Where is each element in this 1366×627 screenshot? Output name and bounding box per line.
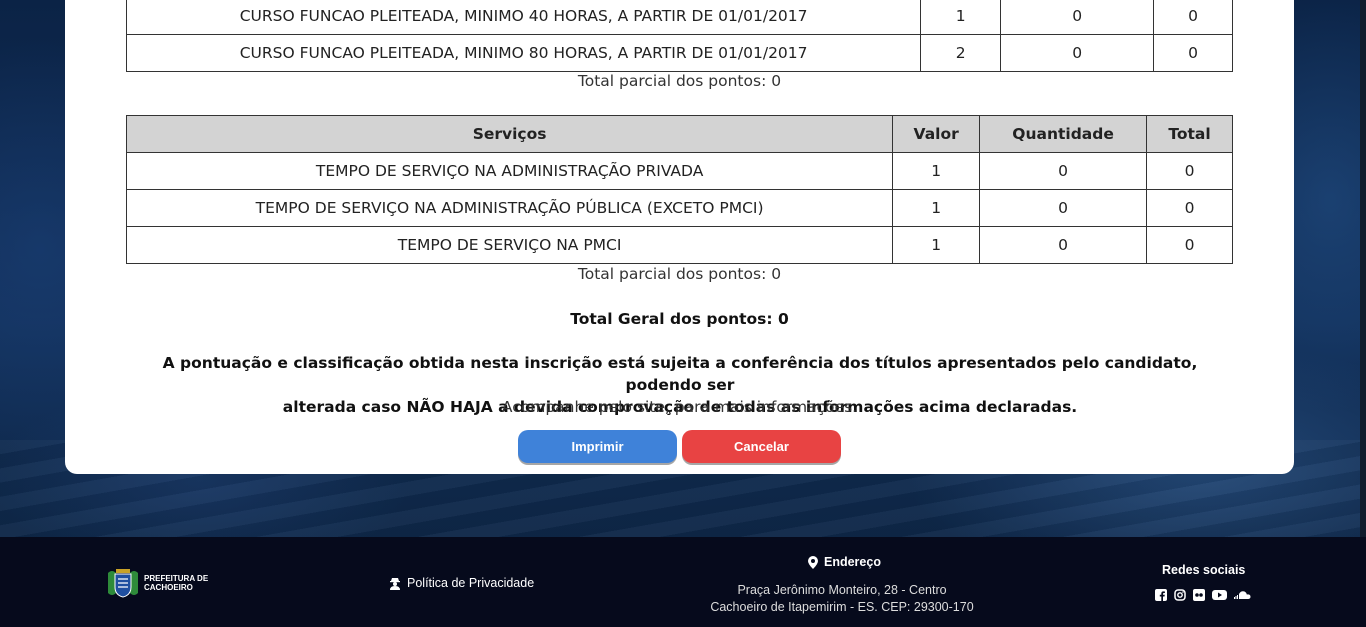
table-header-row: Serviços Valor Quantidade Total <box>125 115 1233 153</box>
valor-cell: 1 <box>892 226 981 264</box>
youtube-icon[interactable] <box>1212 589 1227 601</box>
social-title: Redes sociais <box>1162 563 1246 577</box>
social-links <box>1155 589 1251 601</box>
address-title-label: Endereço <box>824 555 881 569</box>
cancel-button[interactable]: Cancelar <box>682 430 841 463</box>
total-cell: 0 <box>1153 0 1233 35</box>
course-subtotal: Total parcial dos pontos: 0 <box>577 72 782 90</box>
header-servicos: Serviços <box>125 115 894 153</box>
address-title: Endereço <box>808 555 881 569</box>
flickr-icon[interactable] <box>1193 589 1205 601</box>
table-row: TEMPO DE SERVIÇO NA ADMINISTRAÇÃO PRIVAD… <box>125 152 1233 190</box>
table-row: CURSO FUNCAO PLEITEADA, MINIMO 40 HORAS,… <box>125 0 1233 35</box>
total-cell: 0 <box>1146 152 1233 190</box>
valor-cell: 1 <box>892 189 981 227</box>
table-row: TEMPO DE SERVIÇO NA ADMINISTRAÇÃO PÚBLIC… <box>125 189 1233 227</box>
map-marker-icon <box>808 555 818 569</box>
valor-cell: 2 <box>920 34 1002 72</box>
instagram-icon[interactable] <box>1174 589 1186 601</box>
total-cell: 0 <box>1146 189 1233 227</box>
address-line-2: Cachoeiro de Itapemirim - ES. CEP: 29300… <box>710 600 974 614</box>
quantidade-cell: 0 <box>979 152 1148 190</box>
total-cell: 0 <box>1146 226 1233 264</box>
valor-cell: 1 <box>920 0 1002 35</box>
item-cell: TEMPO DE SERVIÇO NA PMCI <box>125 226 894 264</box>
item-cell: CURSO FUNCAO PLEITEADA, MINIMO 40 HORAS,… <box>125 0 922 35</box>
soundcloud-icon[interactable] <box>1234 589 1251 601</box>
table-row: CURSO FUNCAO PLEITEADA, MINIMO 80 HORAS,… <box>125 34 1233 72</box>
quantidade-cell: 0 <box>979 226 1148 264</box>
quantidade-cell: 0 <box>1000 34 1155 72</box>
course-table: CURSO FUNCAO PLEITEADA, MINIMO 40 HORAS,… <box>125 0 1233 72</box>
page-scrollbar[interactable] <box>1360 0 1366 537</box>
quantidade-cell: 0 <box>979 189 1148 227</box>
grand-total: Total Geral dos pontos: 0 <box>570 310 789 328</box>
services-subtotal: Total parcial dos pontos: 0 <box>577 265 782 283</box>
item-cell: TEMPO DE SERVIÇO NA ADMINISTRAÇÃO PÚBLIC… <box>125 189 894 227</box>
header-valor: Valor <box>892 115 981 153</box>
item-cell: CURSO FUNCAO PLEITEADA, MINIMO 80 HORAS,… <box>125 34 922 72</box>
header-quantidade: Quantidade <box>979 115 1148 153</box>
quantidade-cell: 0 <box>1000 0 1155 35</box>
total-cell: 0 <box>1153 34 1233 72</box>
header-total: Total <box>1146 115 1233 153</box>
table-row: TEMPO DE SERVIÇO NA PMCI 1 0 0 <box>125 226 1233 264</box>
follow-text: Acompanhe pelo site, para mais informaçõ… <box>501 398 858 416</box>
logo-line-1: PREFEITURA DE <box>144 574 209 583</box>
facebook-icon[interactable] <box>1155 589 1167 601</box>
site-footer: PREFEITURA DE CACHOEIRO Política de Priv… <box>0 537 1366 627</box>
notice-line-1: A pontuação e classificação obtida nesta… <box>162 354 1198 394</box>
services-table: Serviços Valor Quantidade Total TEMPO DE… <box>125 115 1233 264</box>
valor-cell: 1 <box>892 152 981 190</box>
item-cell: TEMPO DE SERVIÇO NA ADMINISTRAÇÃO PRIVAD… <box>125 152 894 190</box>
print-button[interactable]: Imprimir <box>518 430 677 463</box>
